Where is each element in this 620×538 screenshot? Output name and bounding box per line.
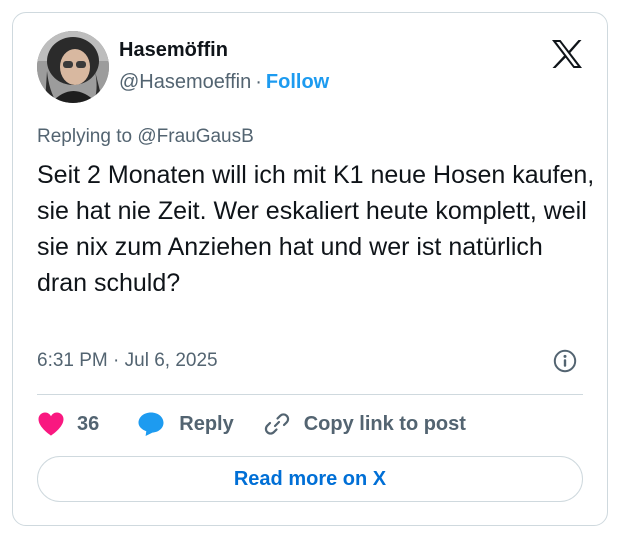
action-bar: 36 Reply Copy link to post [37,408,466,440]
read-more-button[interactable]: Read more on X [37,456,583,502]
reply-button[interactable]: Reply [137,411,234,437]
author-handle-row: @Hasemoeffin · Follow [119,71,329,94]
post-text: Seit 2 Monaten will ich mit K1 neue Hose… [37,161,595,297]
x-logo-icon[interactable] [551,39,583,69]
like-count: 36 [77,412,100,435]
like-button[interactable]: 36 [37,411,99,437]
heart-icon [38,412,64,436]
info-icon[interactable] [553,349,577,373]
replying-to-line: Replying to @FrauGausB [37,126,254,148]
avatar[interactable] [37,31,109,103]
reply-bubble-icon [138,412,164,436]
avatar-photo [37,31,109,103]
separator-dot: · [255,71,262,93]
embedded-post-card: Hasemöffin @Hasemoeffin · Follow Replying … [12,12,608,526]
reply-label: Reply [179,412,234,435]
divider [37,394,583,395]
post-timestamp[interactable]: 6:31 PM · Jul 6, 2025 [37,350,218,372]
replying-to-prefix: Replying to [37,126,133,147]
follow-button[interactable]: Follow [266,71,329,93]
author-handle[interactable]: @Hasemoeffin [119,71,251,93]
copy-link-button[interactable]: Copy link to post [264,411,466,437]
copy-link-label: Copy link to post [303,412,466,435]
author-display-name[interactable]: Hasemöffin [119,39,228,62]
link-icon [264,413,289,435]
reply-mention-link[interactable]: @FrauGausB [137,126,253,147]
